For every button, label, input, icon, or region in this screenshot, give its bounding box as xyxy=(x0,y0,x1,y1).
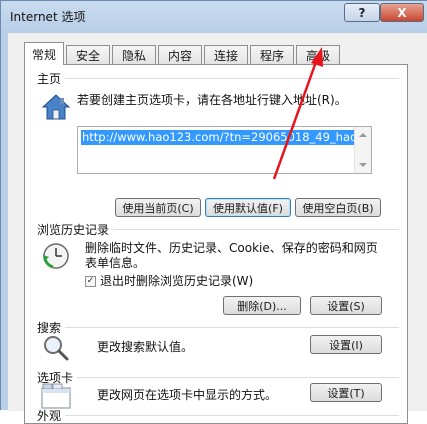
annotation-arrow-icon xyxy=(272,47,323,180)
internet-options-window: Internet 选项 ? X 常规 安全 隐私 内容 连接 程序 高级 主页 … xyxy=(0,0,427,424)
tab-general[interactable]: 常规 xyxy=(24,42,64,65)
appearance-divider xyxy=(65,415,399,416)
